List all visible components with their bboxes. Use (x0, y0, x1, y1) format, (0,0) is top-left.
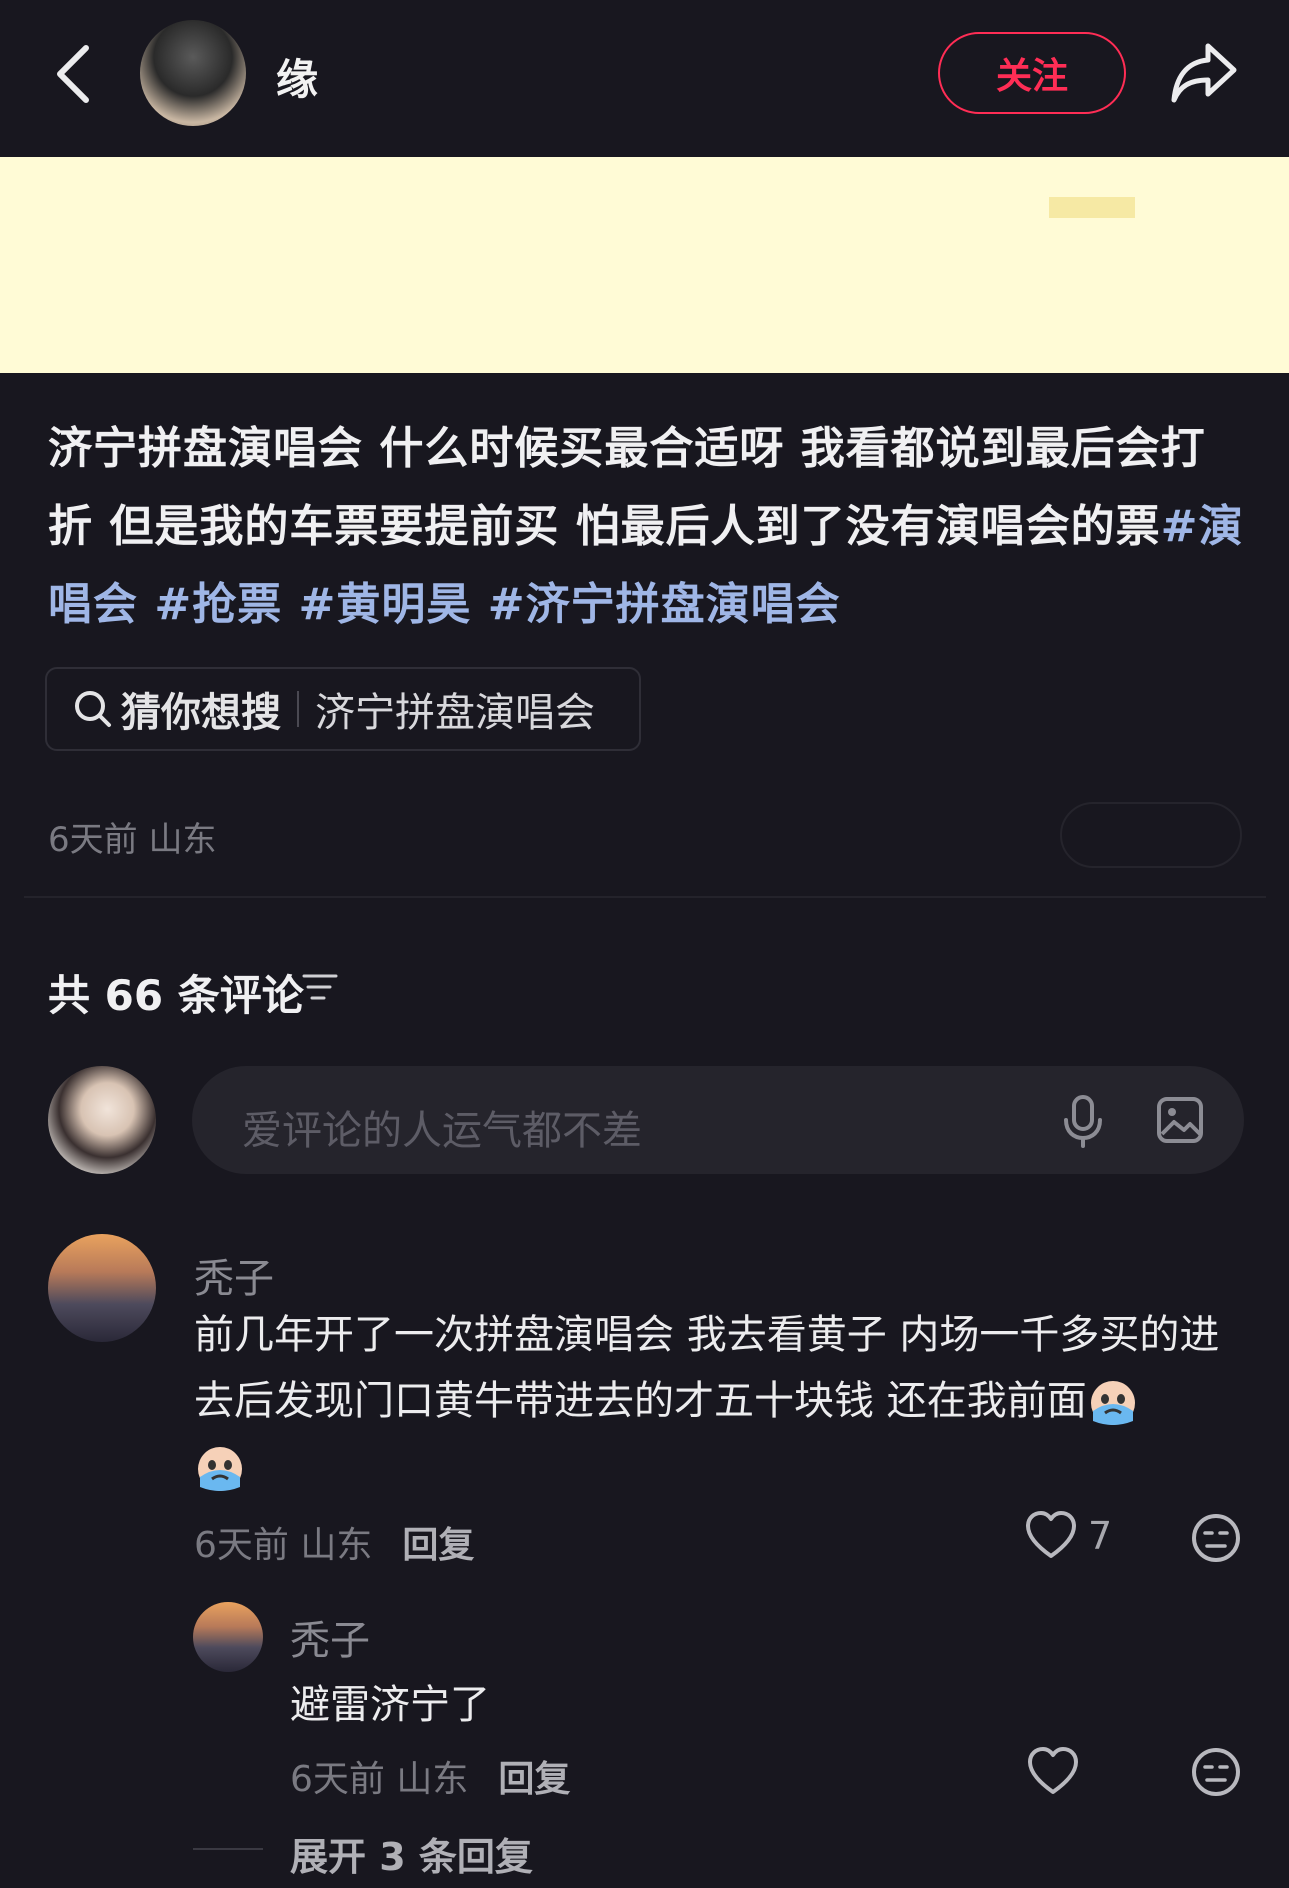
post-text: 济宁拼盘演唱会 什么时候买最合适呀 我看都说到最后会打折 但是我的车票要提前买 … (48, 423, 1206, 552)
expand-line (193, 1848, 263, 1850)
post-meta: 6天前 山东 (48, 820, 217, 860)
author-name[interactable]: 缘 (276, 46, 318, 107)
meh-face-icon[interactable] (1190, 1746, 1242, 1798)
comment-text: 前几年开了一次拼盘演唱会 我去看黄子 内场一千多买的进去后发现门口黄牛带进去的才… (194, 1302, 1224, 1500)
search-icon (75, 691, 111, 727)
meh-face-icon[interactable] (1190, 1512, 1242, 1564)
search-chip-label: 猜你想搜 (121, 690, 281, 736)
mic-icon[interactable] (1060, 1094, 1106, 1148)
comment-meta: 6天前 山东 回复 (194, 1516, 474, 1568)
commenter-avatar[interactable] (48, 1234, 156, 1342)
my-avatar[interactable] (48, 1066, 156, 1174)
reply-button[interactable]: 回复 (498, 1759, 570, 1800)
reply-meta: 6天前 山东 回复 (290, 1750, 570, 1802)
share-icon[interactable] (1168, 40, 1240, 106)
follow-button[interactable]: 关注 (938, 32, 1126, 114)
image-icon[interactable] (1156, 1096, 1204, 1144)
replier-avatar[interactable] (193, 1602, 263, 1672)
divider (297, 691, 299, 727)
hashtag[interactable]: #济宁拼盘演唱会 (488, 579, 841, 630)
reply-time: 6天前 山东 (290, 1759, 469, 1800)
divider (24, 896, 1266, 898)
post-body: 济宁拼盘演唱会 什么时候买最合适呀 我看都说到最后会打折 但是我的车票要提前买 … (48, 410, 1248, 644)
faded-pill (1060, 802, 1242, 868)
post-image[interactable] (0, 157, 1289, 373)
image-highlight (1049, 197, 1135, 218)
sort-icon[interactable] (300, 970, 340, 1004)
replier-name[interactable]: 秃子 (290, 1608, 370, 1666)
comment-body: 前几年开了一次拼盘演唱会 我去看黄子 内场一千多买的进去后发现门口黄牛带进去的才… (194, 1312, 1220, 1424)
reply-button[interactable]: 回复 (402, 1525, 474, 1566)
heart-icon[interactable] (1024, 1510, 1078, 1560)
hashtag[interactable]: #抢票 (154, 579, 282, 630)
back-icon[interactable] (50, 42, 100, 106)
expand-replies-button[interactable]: 展开 3 条回复 (290, 1826, 533, 1881)
crying-emoji-icon (198, 1447, 242, 1491)
suggested-search-chip[interactable]: 猜你想搜 济宁拼盘演唱会 (45, 667, 641, 751)
hashtag[interactable]: #黄明昊 (299, 579, 472, 630)
crying-emoji-icon (1090, 1381, 1135, 1425)
comment-time: 6天前 山东 (194, 1525, 373, 1566)
author-avatar[interactable] (140, 20, 246, 126)
search-chip-query: 济宁拼盘演唱会 (315, 690, 595, 736)
comment-input-placeholder: 爱评论的人运气都不差 (242, 1108, 642, 1154)
reply-text: 避雷济宁了 (290, 1682, 490, 1728)
commenter-name[interactable]: 秃子 (194, 1246, 274, 1304)
heart-icon[interactable] (1026, 1746, 1080, 1796)
like-count: 7 (1088, 1514, 1113, 1558)
comment-count: 共 66 条评论 (48, 971, 304, 1020)
